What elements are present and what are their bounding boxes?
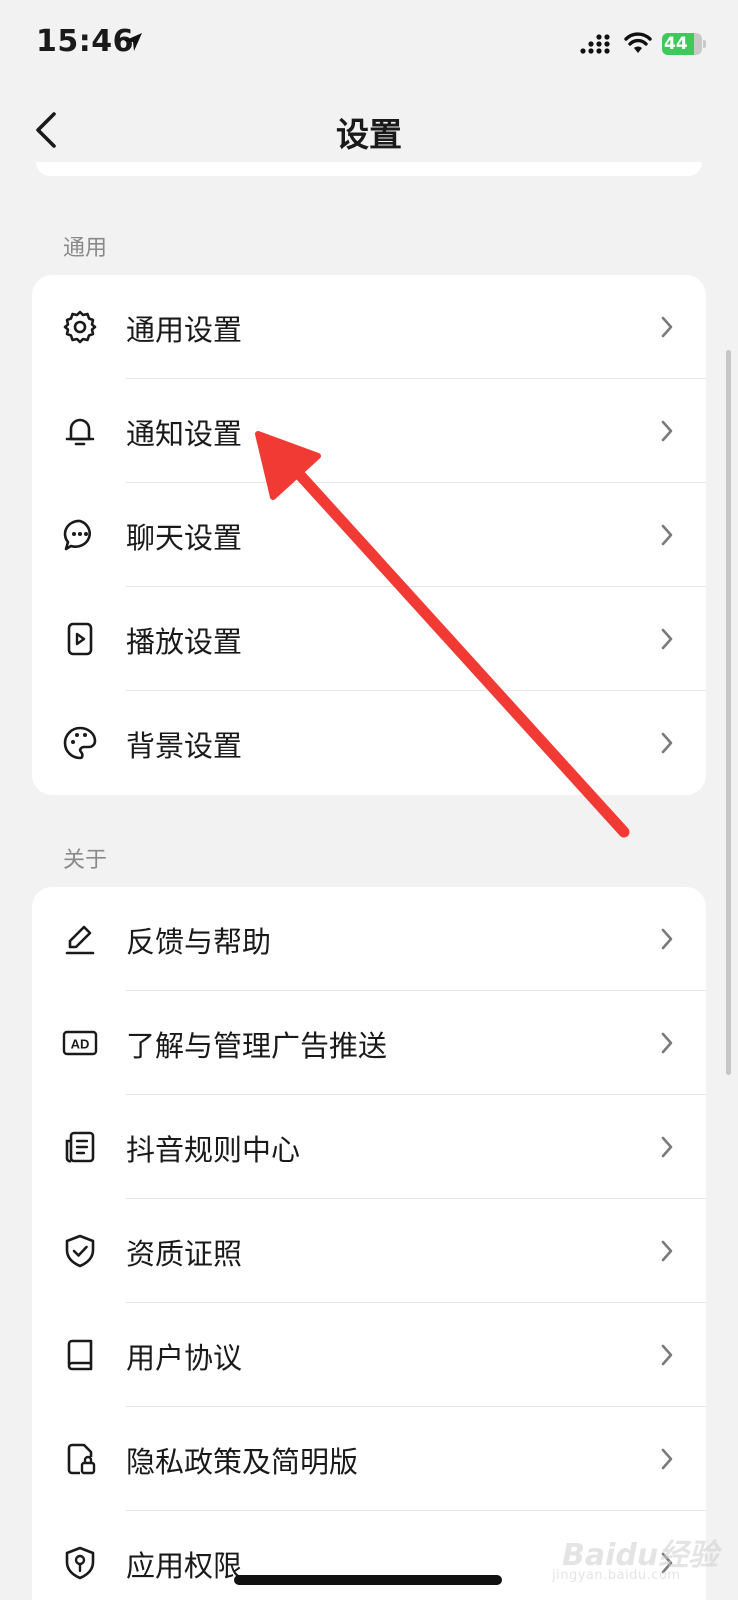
wifi-icon — [624, 32, 652, 53]
chevron-right-icon — [661, 928, 673, 950]
settings-row-user-agreement[interactable]: 用户协议 — [32, 1303, 706, 1407]
settings-row-privacy[interactable]: 隐私政策及简明版 — [32, 1407, 706, 1511]
row-label: 背景设置 — [126, 729, 243, 763]
row-label: 抖音规则中心 — [126, 1133, 301, 1167]
row-label: 应用权限 — [126, 1549, 243, 1583]
chevron-right-icon — [661, 628, 673, 650]
settings-row-licenses[interactable]: 资质证照 — [32, 1199, 706, 1303]
about-card: 反馈与帮助 AD 了解与管理广告推送 抖音规则中心 资质证照 用户协议 隐私政策… — [32, 887, 706, 1600]
settings-row-chat[interactable]: 聊天设置 — [32, 483, 706, 587]
row-label: 了解与管理广告推送 — [126, 1029, 388, 1063]
scrollbar[interactable] — [726, 350, 731, 1075]
settings-row-playback[interactable]: 播放设置 — [32, 587, 706, 691]
chevron-right-icon — [661, 420, 673, 442]
row-label: 反馈与帮助 — [126, 925, 272, 959]
row-label: 资质证照 — [126, 1237, 243, 1271]
previous-card-edge — [36, 162, 702, 176]
cellular-signal-icon — [580, 34, 610, 54]
shield-key-icon — [65, 1546, 95, 1580]
palette-icon — [63, 726, 97, 760]
chevron-right-icon — [661, 1240, 673, 1262]
row-label: 用户协议 — [126, 1341, 243, 1375]
baidu-watermark: Baidu经验 jingyan.baidu.com — [552, 1530, 732, 1590]
lock-document-icon — [67, 1443, 96, 1475]
shield-check-icon — [65, 1234, 95, 1268]
battery-icon: 44 — [662, 33, 706, 55]
document-list-icon — [65, 1131, 95, 1163]
row-label: 隐私政策及简明版 — [126, 1445, 359, 1479]
pencil-icon — [65, 925, 95, 955]
chat-bubble-icon — [63, 519, 91, 551]
svg-text:AD: AD — [71, 1037, 90, 1052]
settings-row-ads[interactable]: AD 了解与管理广告推送 — [32, 991, 706, 1095]
row-label: 通用设置 — [126, 313, 243, 347]
chevron-right-icon — [661, 732, 673, 754]
status-bar: 15:46 44 — [0, 0, 738, 92]
battery-level: 44 — [664, 34, 688, 54]
ad-icon: AD — [62, 1030, 98, 1056]
settings-row-rules-center[interactable]: 抖音规则中心 — [32, 1095, 706, 1199]
home-indicator[interactable] — [234, 1575, 502, 1585]
settings-row-background[interactable]: 背景设置 — [32, 691, 706, 795]
general-settings-card: 通用设置 通知设置 聊天设置 播放设置 背景设置 — [32, 275, 706, 795]
chevron-right-icon — [661, 1032, 673, 1054]
chevron-right-icon — [661, 1136, 673, 1158]
chevron-right-icon — [661, 524, 673, 546]
settings-row-general[interactable]: 通用设置 — [32, 275, 706, 379]
bell-icon — [65, 418, 95, 446]
watermark-url: jingyan.baidu.com — [552, 1568, 681, 1583]
row-label: 播放设置 — [126, 625, 243, 659]
chevron-right-icon — [661, 316, 673, 338]
gear-icon — [63, 310, 97, 344]
chevron-right-icon — [661, 1344, 673, 1366]
book-icon — [67, 1339, 93, 1371]
status-time: 15:46 — [36, 24, 134, 59]
section-label-general: 通用 — [63, 236, 108, 261]
chevron-right-icon — [661, 1448, 673, 1470]
page-title: 设置 — [336, 115, 402, 154]
settings-row-feedback[interactable]: 反馈与帮助 — [32, 887, 706, 991]
settings-row-notifications[interactable]: 通知设置 — [32, 379, 706, 483]
section-label-about: 关于 — [63, 848, 108, 873]
row-label: 聊天设置 — [126, 521, 243, 555]
location-arrow-icon — [124, 33, 142, 51]
row-label: 通知设置 — [126, 417, 243, 451]
play-icon — [67, 622, 93, 656]
